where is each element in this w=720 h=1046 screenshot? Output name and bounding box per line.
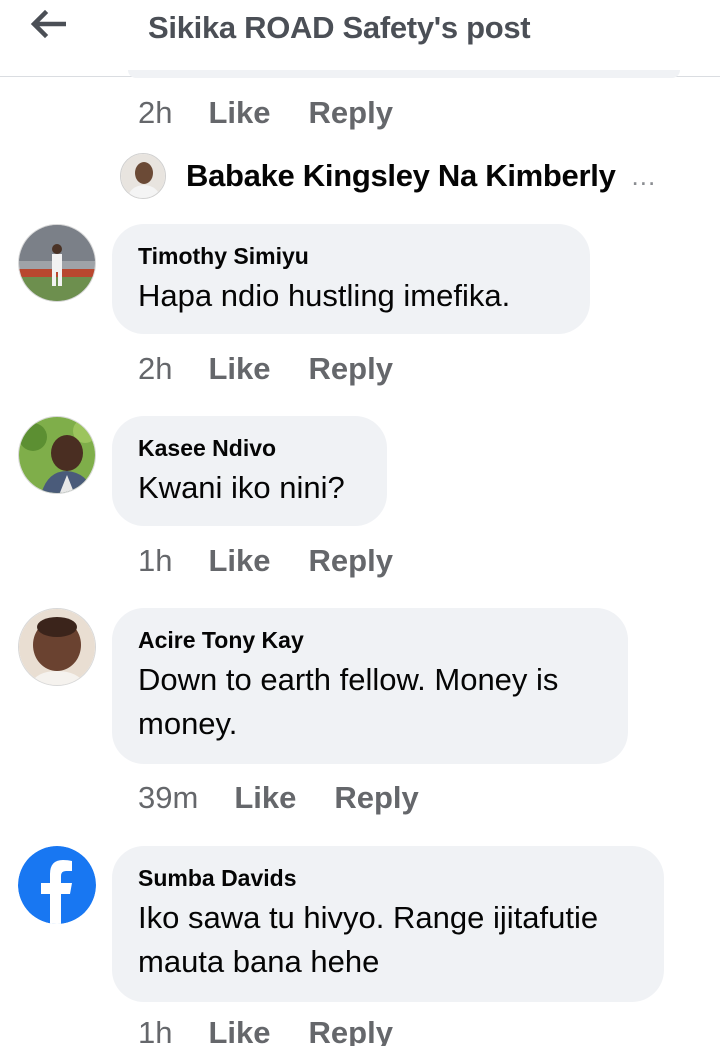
avatar[interactable]: [18, 608, 96, 686]
comment-timestamp[interactable]: 1h: [138, 1015, 172, 1046]
comment-actions: 2h Like Reply: [138, 93, 393, 133]
comment-bubble[interactable]: Kasee Ndivo Kwani iko nini?: [112, 416, 387, 526]
comment-timestamp[interactable]: 39m: [138, 780, 198, 816]
previous-comment-bubble: [128, 70, 680, 78]
comment-author[interactable]: Timothy Simiyu: [138, 242, 564, 270]
reply-preview[interactable]: Babake Kingsley Na Kimberly ...: [120, 152, 656, 200]
comment-text: Hapa ndio hustling imefika.: [138, 278, 511, 313]
comment-author[interactable]: Acire Tony Kay: [138, 626, 602, 654]
comment-timestamp[interactable]: 2h: [138, 351, 172, 387]
comment-text: Iko sawa tu hivyo. Range ijitafutie maut…: [138, 900, 599, 979]
facebook-logo-icon: [18, 846, 96, 924]
page-title: Sikika ROAD Safety's post: [148, 10, 531, 45]
reply-button[interactable]: Reply: [309, 351, 393, 387]
comment-text: Down to earth fellow. Money is money.: [138, 662, 559, 741]
arrow-left-icon: [30, 9, 66, 39]
like-button[interactable]: Like: [208, 1015, 270, 1046]
comment-actions: 2h Like Reply: [138, 349, 393, 389]
comment-timestamp[interactable]: 1h: [138, 543, 172, 579]
avatar[interactable]: [18, 416, 96, 494]
comment-text: Kwani iko nini?: [138, 470, 345, 505]
comment-author[interactable]: Sumba Davids: [138, 864, 638, 892]
back-button[interactable]: [26, 6, 70, 42]
reply-button[interactable]: Reply: [334, 780, 418, 816]
avatar[interactable]: [18, 224, 96, 302]
avatar[interactable]: [18, 846, 96, 924]
top-bar: Sikika ROAD Safety's post: [0, 0, 720, 77]
post-comments-screen: Sikika ROAD Safety's post 2h Like Reply …: [0, 0, 720, 1046]
comment-author[interactable]: Kasee Ndivo: [138, 434, 361, 462]
reply-button[interactable]: Reply: [309, 543, 393, 579]
more-replies-ellipsis[interactable]: ...: [632, 161, 657, 192]
like-button[interactable]: Like: [208, 95, 270, 131]
avatar[interactable]: [120, 153, 166, 199]
comment-actions: 1h Like Reply: [138, 541, 393, 581]
comment-actions: 39m Like Reply: [138, 778, 419, 818]
comment-timestamp[interactable]: 2h: [138, 95, 172, 131]
like-button[interactable]: Like: [208, 543, 270, 579]
comment-actions: 1h Like Reply: [138, 1013, 393, 1046]
comment-bubble[interactable]: Sumba Davids Iko sawa tu hivyo. Range ij…: [112, 846, 664, 1002]
comment-bubble[interactable]: Acire Tony Kay Down to earth fellow. Mon…: [112, 608, 628, 764]
reply-button[interactable]: Reply: [309, 95, 393, 131]
comment-bubble[interactable]: Timothy Simiyu Hapa ndio hustling imefik…: [112, 224, 590, 334]
like-button[interactable]: Like: [208, 351, 270, 387]
like-button[interactable]: Like: [234, 780, 296, 816]
reply-author-name[interactable]: Babake Kingsley Na Kimberly: [186, 158, 616, 194]
reply-button[interactable]: Reply: [309, 1015, 393, 1046]
